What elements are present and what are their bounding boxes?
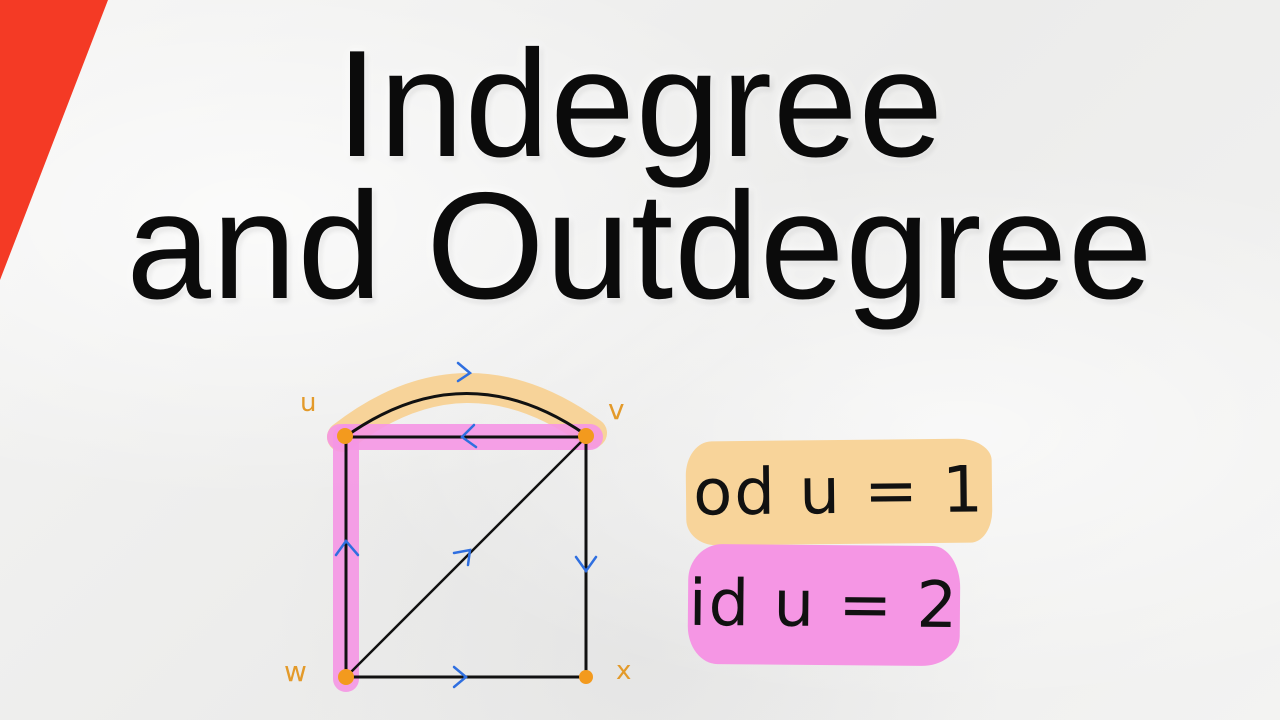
vertex-label-v: v [608, 393, 625, 426]
outdegree-formula: od u = 1 [685, 438, 993, 546]
indegree-formula-text: id u = 2 [688, 566, 960, 644]
title-line-2: and Outdegree [126, 161, 1154, 331]
vertex-x [579, 670, 593, 684]
title-line-1: Indegree [335, 19, 945, 189]
outdegree-formula-text: od u = 1 [692, 453, 986, 531]
vertex-label-w: w [284, 655, 307, 688]
vertex-label-x: x [616, 656, 631, 686]
directed-graph: u v w x [284, 361, 631, 692]
vertex-w [338, 669, 354, 685]
vertex-u [337, 428, 353, 444]
vertex-label-u: u [300, 388, 316, 418]
vertex-v [578, 428, 594, 444]
edge-w-v [345, 436, 587, 678]
indegree-formula: id u = 2 [687, 543, 961, 667]
